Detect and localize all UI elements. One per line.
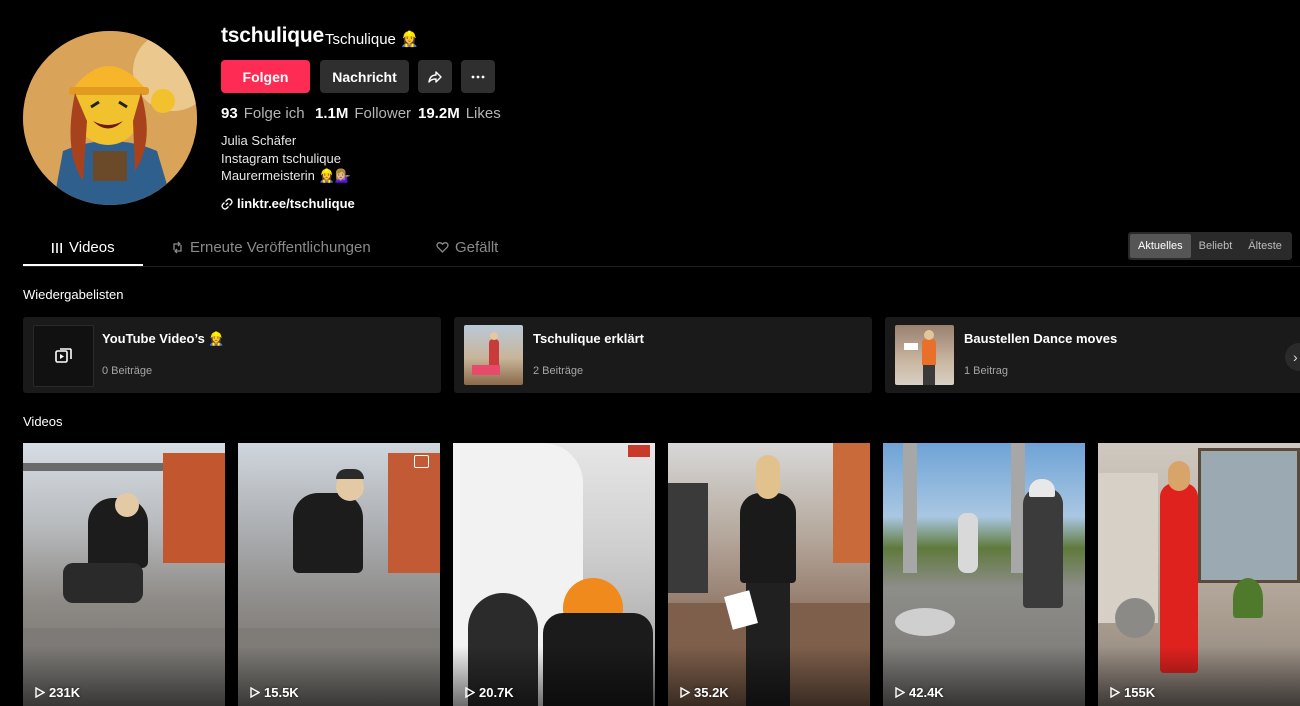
bio-line: Maurermeisterin 👷‍♀️💁🏼‍♀️ xyxy=(221,168,351,183)
video-thumbnail[interactable]: 231K xyxy=(23,443,225,706)
profile-link[interactable]: linktr.ee/tschulique xyxy=(221,196,355,211)
video-view-count: 155K xyxy=(1124,685,1156,700)
profile-link-text: linktr.ee/tschulique xyxy=(237,196,355,211)
video-thumbnail[interactable]: 155K xyxy=(1098,443,1300,706)
sort-segmented-control: Aktuelles Beliebt Älteste xyxy=(1128,232,1292,260)
playlist-title: YouTube Video’s 👷‍♀️ xyxy=(102,331,225,346)
play-icon xyxy=(895,687,905,698)
video-thumbnail[interactable]: 42.4K xyxy=(883,443,1085,706)
video-view-count: 35.2K xyxy=(694,685,729,700)
tab-videos[interactable]: Videos xyxy=(51,239,115,256)
playlist-title: Baustellen Dance moves xyxy=(964,331,1118,346)
followers-label: Follower xyxy=(354,105,412,122)
sort-popular[interactable]: Beliebt xyxy=(1191,234,1241,258)
video-view-count: 15.5K xyxy=(264,685,299,700)
playlist-count: 2 Beiträge xyxy=(533,365,584,377)
video-views: 155K xyxy=(1109,685,1155,700)
bio-line: Instagram tschulique xyxy=(221,151,341,166)
playlist-card[interactable]: Baustellen Dance moves 1 Beitrag xyxy=(885,317,1300,393)
playlist-card[interactable]: Tschulique erklärt 2 Beiträge xyxy=(454,317,872,393)
followers-count: 1.1M xyxy=(315,105,349,122)
playlist-count: 0 Beiträge xyxy=(102,365,153,377)
playlist-thumb xyxy=(33,325,94,387)
grid-icon xyxy=(52,242,62,253)
video-views: 20.7K xyxy=(464,685,514,700)
tab-divider xyxy=(23,266,1300,267)
sort-oldest[interactable]: Älteste xyxy=(1240,234,1290,258)
repost-icon xyxy=(173,241,182,254)
link-icon xyxy=(221,197,233,210)
follow-button[interactable]: Folgen xyxy=(221,60,310,93)
video-view-count: 231K xyxy=(49,685,81,700)
avatar-image xyxy=(23,31,197,205)
play-icon xyxy=(1110,687,1120,698)
likes-stat: 19.2M Likes xyxy=(418,105,501,122)
video-views: 231K xyxy=(34,685,80,700)
tab-label: Erneute Veröffentlichungen xyxy=(190,239,371,256)
playlist-icon xyxy=(54,348,72,363)
heart-icon xyxy=(436,242,449,253)
following-label: Folge ich xyxy=(243,105,305,122)
sort-recent[interactable]: Aktuelles xyxy=(1130,234,1191,258)
playlists-heading: Wiedergabelisten xyxy=(23,287,124,302)
share-button[interactable] xyxy=(418,60,452,93)
chevron-right-icon: › xyxy=(1293,349,1298,365)
tab-reposts[interactable]: Erneute Veröffentlichungen xyxy=(171,239,371,256)
video-view-count: 42.4K xyxy=(909,685,944,700)
likes-count: 19.2M xyxy=(418,105,460,122)
tab-label: Videos xyxy=(69,239,115,256)
video-views: 15.5K xyxy=(249,685,299,700)
profile-avatar[interactable] xyxy=(23,31,197,205)
more-button[interactable] xyxy=(461,60,495,93)
share-icon xyxy=(428,70,442,83)
video-thumbnail[interactable]: 20.7K xyxy=(453,443,655,706)
username: tschulique xyxy=(221,24,325,47)
display-name: Tschulique 👷‍♀️ xyxy=(325,31,419,48)
followers-stat[interactable]: 1.1M Follower xyxy=(315,105,411,122)
following-stat[interactable]: 93 Folge ich xyxy=(221,105,305,122)
play-icon xyxy=(35,687,45,698)
playlist-card[interactable]: YouTube Video’s 👷‍♀️ 0 Beiträge xyxy=(23,317,441,393)
more-icon xyxy=(471,75,485,78)
bio-line: Julia Schäfer xyxy=(221,133,297,148)
play-icon xyxy=(250,687,260,698)
playlist-thumb xyxy=(895,325,954,385)
tab-liked[interactable]: Gefällt xyxy=(436,239,498,256)
tab-label: Gefällt xyxy=(455,239,499,256)
videos-heading: Videos xyxy=(23,414,63,429)
video-thumbnail[interactable]: 15.5K xyxy=(238,443,440,706)
video-views: 35.2K xyxy=(679,685,729,700)
play-icon xyxy=(465,687,475,698)
video-views: 42.4K xyxy=(894,685,944,700)
photo-icon xyxy=(414,455,429,468)
likes-label: Likes xyxy=(465,105,501,122)
playlist-count: 1 Beitrag xyxy=(964,365,1009,377)
following-count: 93 xyxy=(221,105,238,122)
playlist-title: Tschulique erklärt xyxy=(533,331,645,346)
message-button[interactable]: Nachricht xyxy=(320,60,409,93)
video-view-count: 20.7K xyxy=(479,685,514,700)
play-icon xyxy=(680,687,690,698)
playlist-thumb xyxy=(464,325,523,385)
video-thumbnail[interactable]: 35.2K xyxy=(668,443,870,706)
